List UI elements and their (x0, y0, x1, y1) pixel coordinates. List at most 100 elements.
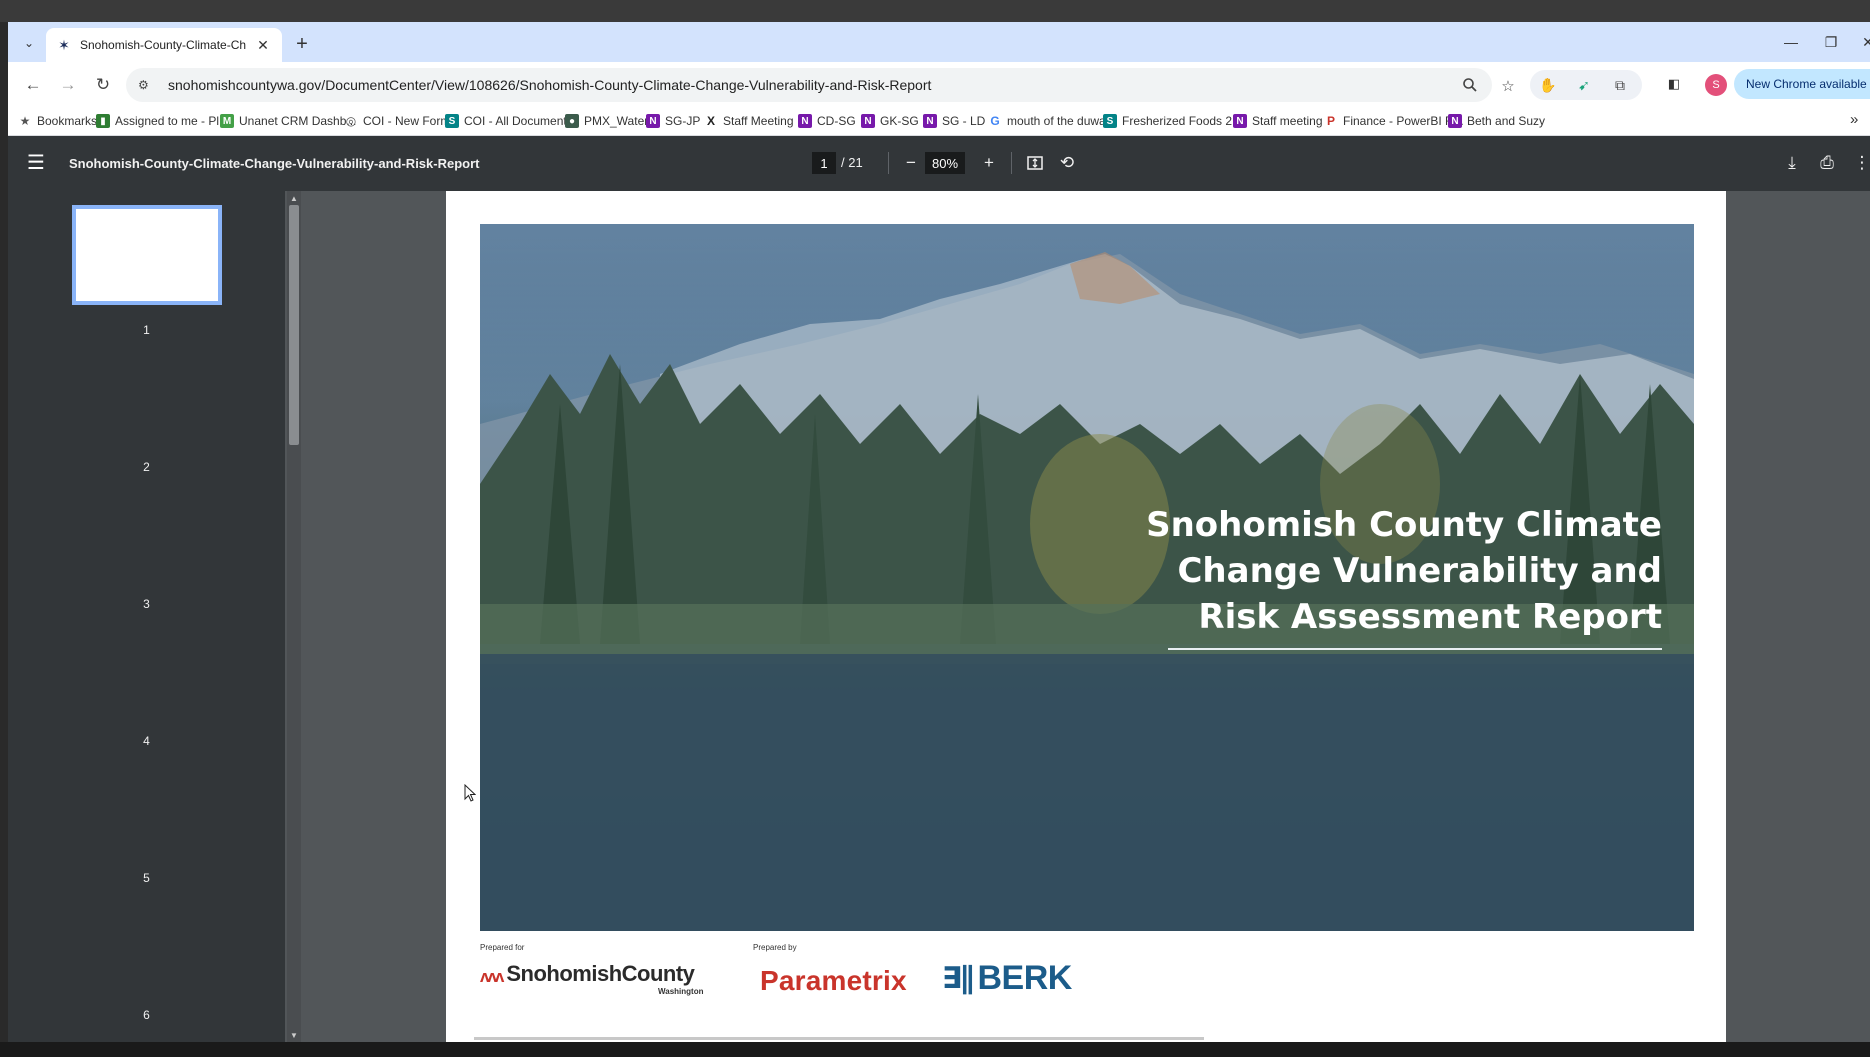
thumbnail-page-1[interactable] (8, 205, 285, 305)
screen-left-bezel (0, 22, 8, 1057)
extension-pin-icon[interactable]: ➹ (1574, 75, 1594, 95)
bookmark-label: SG - LD (942, 114, 986, 128)
bookmark-item[interactable]: Gmouth of the duwa... (988, 112, 1115, 130)
screen-top-bezel (0, 0, 1870, 22)
more-options-icon[interactable]: ⋮ (1850, 151, 1870, 175)
bookmark-label: SG-JP (665, 114, 701, 128)
thumbnail-label[interactable]: 1 (8, 323, 285, 337)
bookmark-item[interactable]: N Staff meeting (1233, 112, 1323, 130)
zoom-in-button[interactable]: + (977, 151, 1001, 175)
horizontal-scrollbar[interactable] (474, 1037, 1204, 1040)
cover-title: Snohomish County Climate Change Vulnerab… (1102, 502, 1662, 640)
browser-toolbar: ← → ↻ ⚙ snohomishcountywa.gov/DocumentCe… (8, 62, 1870, 106)
close-window-button[interactable]: ✕ (1853, 30, 1870, 54)
url-text[interactable]: snohomishcountywa.gov/DocumentCenter/Vie… (168, 77, 931, 93)
bookmark-item[interactable]: N CD-SG (798, 112, 856, 130)
extensions-puzzle-icon[interactable]: ⧉ (1610, 75, 1630, 95)
thumbnail-label[interactable]: 3 (8, 597, 285, 611)
forward-button[interactable]: → (55, 72, 81, 98)
bookmark-label: Finance - PowerBI R... (1343, 114, 1464, 128)
cover-title-line: Change Vulnerability and (1177, 551, 1662, 591)
bookmark-label: Staff Meeting (723, 114, 794, 128)
bookmark-item[interactable]: ● PMX_Water (565, 112, 648, 130)
side-panel-icon[interactable]: ◧ (1665, 75, 1683, 93)
sharepoint-icon: S (445, 114, 459, 128)
parametrix-logo: Parametrix (760, 965, 907, 996)
berk-logo: ∃∥ BERK (942, 959, 1072, 998)
bookmark-item[interactable]: S COI - All Documents (445, 112, 573, 130)
title-underline (1168, 648, 1662, 650)
thumbnail-label[interactable]: 6 (8, 1008, 285, 1022)
download-icon[interactable]: ⤓ (1780, 151, 1804, 175)
site-info-icon[interactable]: ⚙ (138, 78, 160, 92)
bookmark-label: Beth and Suzy (1467, 114, 1546, 128)
scroll-up-icon[interactable]: ▲ (289, 192, 299, 204)
bookmark-item[interactable]: ★ Bookmarks (18, 112, 97, 130)
tab-close-icon[interactable]: ✕ (254, 36, 272, 54)
bookmark-item[interactable]: N GK-SG (861, 112, 919, 130)
bookmarks-overflow-icon[interactable]: » (1850, 111, 1870, 128)
bookmark-label: Assigned to me - Pl... (115, 114, 230, 128)
scrollbar-thumb[interactable] (289, 205, 299, 445)
restore-button[interactable]: ❐ (1816, 30, 1846, 54)
address-bar[interactable]: ⚙ snohomishcountywa.gov/DocumentCenter/V… (126, 68, 1492, 102)
bookmark-item[interactable]: S Fresherized Foods 2... (1103, 112, 1242, 130)
back-button[interactable]: ← (20, 72, 46, 98)
onenote-icon: N (923, 114, 937, 128)
fit-page-icon[interactable] (1023, 151, 1047, 175)
page-number-input[interactable]: 1 (812, 152, 836, 174)
onenote-icon: N (861, 114, 875, 128)
bookmark-label: GK-SG (880, 114, 919, 128)
mountain-logo-icon: ᴧᴧᴧ (480, 967, 504, 986)
bookmark-item[interactable]: ◎ COI - New Form (344, 112, 451, 130)
toolbar-divider (1011, 152, 1012, 174)
google-icon: G (990, 114, 1000, 128)
bookmark-label: Staff meeting (1252, 114, 1323, 128)
toolbar-divider (888, 152, 889, 174)
zoom-level-input[interactable]: 80% (925, 152, 965, 174)
profile-avatar[interactable]: S (1705, 74, 1727, 96)
reload-button[interactable]: ↻ (90, 72, 116, 98)
cover-photo: Snohomish County Climate Change Vulnerab… (480, 224, 1694, 931)
bookmark-item[interactable]: X Staff Meeting (704, 112, 794, 130)
bookmark-item[interactable]: M Unanet CRM Dashb... (220, 112, 356, 130)
scroll-down-icon[interactable]: ▼ (289, 1029, 299, 1041)
pdf-toolbar: ☰ Snohomish-County-Climate-Change-Vulner… (8, 136, 1870, 191)
bookmark-label: COI - All Documents (464, 114, 573, 128)
berk-mark-icon: ∃∥ (942, 962, 974, 995)
minimize-button[interactable]: — (1776, 30, 1806, 54)
active-tab[interactable]: ✶ Snohomish-County-Climate-Ch ✕ (46, 28, 282, 62)
bookmark-item[interactable]: P Finance - PowerBI R... (1324, 112, 1464, 130)
tab-search-chevron-icon[interactable]: ⌄ (16, 30, 42, 56)
screen-bottom-bezel (0, 1042, 1870, 1057)
snohomish-logo-subtitle: Washington (658, 987, 704, 996)
sharepoint-icon: S (1103, 114, 1117, 128)
print-icon[interactable]: ⎙ (1815, 151, 1839, 175)
new-tab-button[interactable]: + (290, 32, 314, 56)
thumbnail-image[interactable] (71, 205, 222, 305)
pdf-document-title: Snohomish-County-Climate-Change-Vulnerab… (69, 156, 480, 171)
browser-window: ⌄ ✶ Snohomish-County-Climate-Ch ✕ + — ❐ … (8, 22, 1870, 1042)
prepared-for-label: Prepared for (480, 943, 525, 952)
extensions-group: ✋ ➹ ⧉ (1530, 70, 1642, 100)
parametrix-icon: P (1326, 114, 1335, 128)
chrome-update-button[interactable]: New Chrome available (1734, 69, 1870, 99)
bookmark-star-icon[interactable]: ☆ (1498, 76, 1518, 96)
unanet-icon: M (220, 114, 234, 128)
bookmark-item[interactable]: N SG-JP (646, 112, 700, 130)
zoom-out-button[interactable]: − (899, 151, 923, 175)
thumbnail-label[interactable]: 4 (8, 734, 285, 748)
bookmark-item[interactable]: N Beth and Suzy (1448, 112, 1545, 130)
prepared-by-label: Prepared by (753, 943, 797, 952)
bookmark-item[interactable]: N SG - LD (923, 112, 985, 130)
rotate-icon[interactable]: ⟲ (1055, 151, 1079, 175)
extension-hand-icon[interactable]: ✋ (1538, 75, 1558, 95)
pdf-viewer-area: 1 2 3 4 5 6 ▲ ▼ Snohomish County Climate… (8, 191, 1870, 1042)
zoom-icon[interactable] (1460, 75, 1480, 95)
thumbnail-label[interactable]: 5 (8, 871, 285, 885)
menu-icon[interactable]: ☰ (24, 150, 48, 174)
thumbnail-scrollbar[interactable]: ▲ ▼ (287, 191, 301, 1042)
thumbnail-label[interactable]: 2 (8, 460, 285, 474)
star-icon: ★ (19, 114, 31, 128)
bookmark-item[interactable]: ▮ Assigned to me - Pl... (96, 112, 229, 130)
